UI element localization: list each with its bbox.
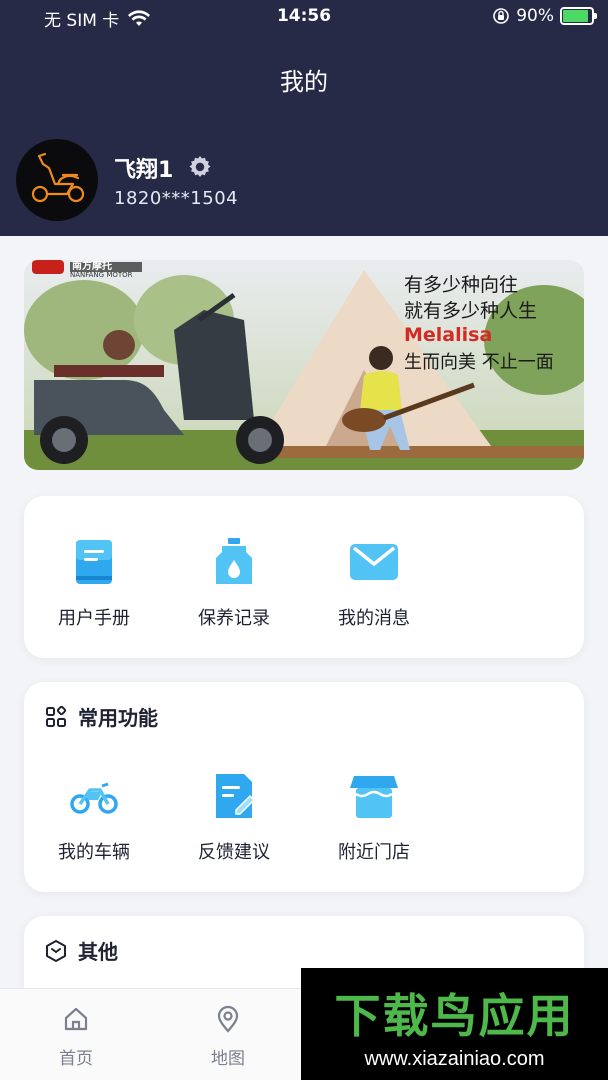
avatar[interactable] [16, 139, 98, 221]
user-manual-label: 用户手册 [58, 608, 130, 629]
oil-bottle-icon [216, 538, 252, 584]
feedback-label: 反馈建议 [198, 842, 270, 863]
map-pin-icon [217, 1005, 239, 1033]
feedback-icon [216, 774, 256, 818]
watermark-url: www.xiazainiao.com [364, 1048, 545, 1070]
tab-home-label: 首页 [59, 1049, 93, 1069]
scooter-logo-icon [31, 152, 85, 203]
home-icon [64, 1007, 88, 1031]
watermark-title: 下载鸟应用 [334, 989, 575, 1043]
banner-slogan: 生而向美 不止一面 [404, 352, 554, 373]
tab-map-label: 地图 [211, 1049, 245, 1069]
banner-product: Melalisa [404, 324, 493, 346]
user-manual-button[interactable]: 用户手册 [34, 536, 154, 630]
battery-icon [560, 7, 597, 25]
quick-actions-card: 用户手册 保养记录 我的消息 [24, 496, 584, 658]
battery-percent: 90% [516, 6, 554, 26]
maintenance-record-button[interactable]: 保养记录 [174, 536, 294, 630]
cube-icon [46, 939, 66, 962]
username: 飞翔1 [114, 158, 174, 183]
envelope-icon [350, 544, 398, 580]
gear-icon[interactable] [186, 153, 214, 181]
phone-number: 1820***1504 [114, 188, 239, 209]
page-title: 我的 [280, 68, 328, 96]
book-icon [76, 540, 112, 584]
nearby-store-label: 附近门店 [338, 842, 410, 863]
my-vehicle-button[interactable]: 我的车辆 [34, 770, 154, 864]
store-icon [350, 776, 398, 818]
banner-brand-en: NANFANG MOTOR [70, 271, 133, 279]
my-vehicle-label: 我的车辆 [58, 842, 130, 863]
common-functions-card: 常用功能 我的车辆 反馈建议 附近门店 [24, 682, 584, 892]
watermark: 下载鸟应用 www.xiazainiao.com [301, 968, 608, 1080]
feedback-button[interactable]: 反馈建议 [174, 770, 294, 864]
banner-line2: 就有多少种人生 [404, 300, 538, 322]
nearby-store-button[interactable]: 附近门店 [314, 770, 434, 864]
other-title: 其他 [78, 940, 118, 964]
status-bar: 无 SIM 卡 14:56 90% [0, 0, 608, 34]
orientation-lock-icon [493, 8, 510, 24]
maintenance-record-label: 保养记录 [198, 608, 270, 629]
promo-banner[interactable]: 南方摩托 NANFANG MOTOR 有多少种向往 就有多少种人生 Melali… [24, 260, 584, 470]
my-messages-button[interactable]: 我的消息 [314, 536, 434, 630]
grid-apps-icon [46, 705, 67, 727]
tab-home[interactable]: 首页 [36, 1005, 116, 1069]
tab-map[interactable]: 地图 [188, 1005, 268, 1069]
my-messages-label: 我的消息 [338, 608, 410, 629]
header: 无 SIM 卡 14:56 90% 我的 飞翔1 1820***1504 [0, 0, 608, 236]
common-functions-title: 常用功能 [78, 706, 158, 730]
banner-line1: 有多少种向往 [404, 274, 519, 296]
motorcycle-icon [70, 782, 118, 814]
